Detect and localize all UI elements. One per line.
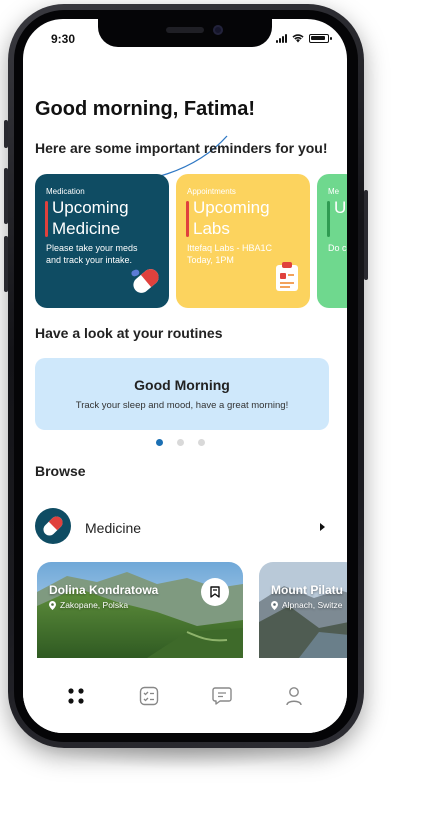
notch <box>98 19 272 47</box>
browse-item-medicine[interactable]: Medicine <box>35 508 325 548</box>
card-title: Upcoming Medicine <box>52 198 129 238</box>
place-location-text: Alpnach, Switze <box>282 600 343 610</box>
place-location-text: Zakopane, Polska <box>60 600 129 610</box>
wifi-icon <box>292 34 304 43</box>
pager-dot-active[interactable] <box>156 439 163 446</box>
reminders-title: Here are some important reminders for yo… <box>35 140 328 156</box>
pill-icon <box>131 269 159 293</box>
bookmark-icon <box>210 586 220 598</box>
card-tag: Medication <box>46 187 85 196</box>
place-location: Zakopane, Polska <box>49 600 128 610</box>
nav-messages[interactable] <box>211 685 233 707</box>
signal-icon <box>276 34 287 43</box>
profile-icon <box>286 687 302 706</box>
chat-icon <box>212 687 232 705</box>
side-button-volume-down <box>4 236 8 292</box>
status-time: 9:30 <box>51 32 76 46</box>
card-tag: Me <box>328 187 340 196</box>
card-title: U M <box>334 198 347 217</box>
card-title: Upcoming Labs <box>193 198 270 238</box>
reminder-card-medicine[interactable]: Medication Upcoming Medicine Please take… <box>35 174 169 308</box>
greeting-title: Good morning, Fatima! <box>35 98 255 120</box>
clipboard-icon <box>276 262 298 291</box>
card-description: Please take your meds and track your int… <box>46 243 138 265</box>
browse-item-label: Medicine <box>85 520 142 536</box>
bookmark-button[interactable] <box>201 578 229 606</box>
battery-icon <box>309 34 332 43</box>
place-card-dolina-kondratowa[interactable]: Dolina Kondratowa Zakopane, Polska <box>37 562 243 658</box>
mountain-valley-photo <box>37 562 243 658</box>
mountain-lake-photo <box>259 562 347 658</box>
app-screen: 9:30 Good morning, Fatima! Here are some… <box>23 19 347 733</box>
reminder-cards: Medication Upcoming Medicine Please take… <box>35 174 347 308</box>
card-accent-bar <box>186 201 189 237</box>
side-button-volume-up <box>4 168 8 224</box>
reminder-card-labs[interactable]: Appointments Upcoming Labs Ittefaq Labs … <box>176 174 310 308</box>
nav-tasks[interactable] <box>138 685 160 707</box>
routines-title: Have a look at your routines <box>35 325 223 341</box>
nav-home[interactable] <box>65 685 87 707</box>
place-card-mount-pilatus[interactable]: Mount Pilatu Alpnach, Switze <box>259 562 347 658</box>
grid-dots-icon <box>68 688 84 704</box>
front-camera <box>213 25 223 35</box>
chevron-right-icon <box>320 523 325 531</box>
location-pin-icon <box>49 600 56 610</box>
side-button-power <box>364 190 368 280</box>
speaker <box>166 27 204 33</box>
browse-title: Browse <box>35 463 86 479</box>
routine-card-good-morning[interactable]: Good Morning Track your sleep and mood, … <box>35 358 329 430</box>
reminder-card-partial[interactable]: Me U M Do car <box>317 174 347 308</box>
pager-dot[interactable] <box>177 439 184 446</box>
nav-profile[interactable] <box>283 685 305 707</box>
place-name: Dolina Kondratowa <box>49 583 159 597</box>
pill-icon <box>35 508 71 544</box>
routine-card-subtitle: Track your sleep and mood, have a great … <box>75 400 289 411</box>
side-button-mute <box>4 120 8 148</box>
bottom-navigation <box>23 669 347 733</box>
place-name: Mount Pilatu <box>271 583 343 597</box>
place-location: Alpnach, Switze <box>271 600 342 610</box>
location-pin-icon <box>271 600 278 610</box>
status-icons <box>276 34 332 43</box>
card-accent-bar <box>45 201 48 237</box>
pager-dot[interactable] <box>198 439 205 446</box>
carousel-pager <box>156 439 205 446</box>
card-tag: Appointments <box>187 187 236 196</box>
card-description: Do car <box>328 243 347 253</box>
checklist-icon <box>139 686 159 706</box>
card-accent-bar <box>327 201 330 237</box>
card-description: Ittefaq Labs - HBA1C Today, 1PM <box>187 243 273 265</box>
stage: 9:30 Good morning, Fatima! Here are some… <box>0 0 428 815</box>
routine-card-title: Good Morning <box>134 377 230 393</box>
